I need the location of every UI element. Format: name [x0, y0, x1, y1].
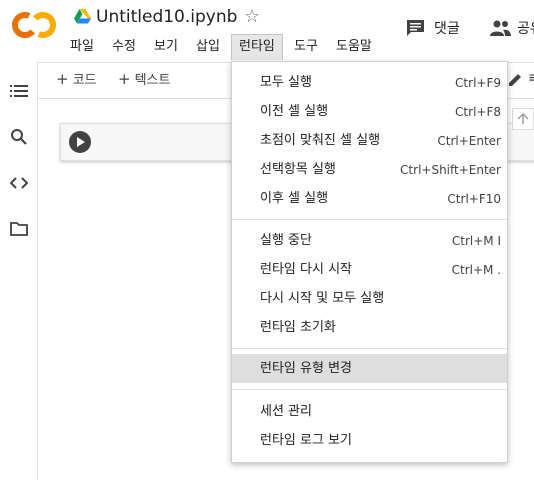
- google-drive-icon[interactable]: [74, 9, 91, 24]
- share-people-icon[interactable]: [489, 19, 511, 37]
- menu-divider: [232, 389, 507, 390]
- menu-item-restart-and-run-all[interactable]: 다시 시작 및 모두 실행: [232, 284, 507, 313]
- plus-icon: +: [118, 70, 131, 88]
- menu-item-run-selection[interactable]: 선택항목 실행 Ctrl+Shift+Enter: [232, 155, 507, 184]
- menu-runtime[interactable]: 런타임: [231, 34, 283, 60]
- runtime-menu-dropdown: 모두 실행 Ctrl+F9 이전 셀 실행 Ctrl+F8 초점이 맞춰진 셀 …: [231, 61, 508, 463]
- menu-item-shortcut: Ctrl+F10: [447, 192, 501, 206]
- add-code-button[interactable]: + 코드: [56, 68, 97, 90]
- menu-item-change-runtime-type[interactable]: 런타임 유형 변경: [232, 354, 507, 383]
- add-code-label: 코드: [72, 73, 97, 88]
- pencil-icon[interactable]: [507, 72, 523, 88]
- menu-item-label: 초점이 맞춰진 셀 실행: [260, 133, 381, 148]
- menu-item-shortcut: Ctrl+F9: [455, 76, 501, 90]
- menu-item-interrupt[interactable]: 실행 중단 Ctrl+M I: [232, 226, 507, 255]
- menu-help[interactable]: 도움말: [336, 34, 372, 60]
- menu-item-label: 실행 중단: [260, 233, 312, 248]
- comment-icon[interactable]: [406, 19, 425, 37]
- menu-item-label: 이후 셀 실행: [260, 191, 329, 206]
- add-text-label: 텍스트: [134, 73, 171, 88]
- menu-tools[interactable]: 도구: [294, 34, 318, 60]
- more-options-icon[interactable]: ≡: [528, 70, 534, 86]
- code-snippets-icon[interactable]: [10, 174, 28, 192]
- menu-item-label: 런타임 다시 시작: [260, 262, 352, 277]
- menu-item-manage-sessions[interactable]: 세션 관리: [232, 397, 507, 426]
- menu-view[interactable]: 보기: [154, 34, 178, 60]
- header: Untitled10.ipynb ☆ 댓글 공유 파일 수정 보기 삽입 런타임…: [0, 0, 534, 62]
- notebook-title[interactable]: Untitled10.ipynb: [96, 6, 237, 28]
- menu-item-label: 다시 시작 및 모두 실행: [260, 291, 385, 306]
- menu-item-run-all[interactable]: 모두 실행 Ctrl+F9: [232, 68, 507, 97]
- menu-item-shortcut: Ctrl+M .: [451, 263, 501, 277]
- menu-item-run-focused-cell[interactable]: 초점이 맞춰진 셀 실행 Ctrl+Enter: [232, 126, 507, 155]
- search-icon[interactable]: [10, 128, 28, 146]
- menu-item-restart-runtime[interactable]: 런타임 다시 시작 Ctrl+M .: [232, 255, 507, 284]
- comment-button-label[interactable]: 댓글: [434, 20, 460, 38]
- move-cell-up-icon[interactable]: [512, 108, 534, 130]
- menu-item-label: 런타임 로그 보기: [260, 433, 352, 448]
- menu-edit[interactable]: 수정: [112, 34, 136, 60]
- menu-item-run-before[interactable]: 이전 셀 실행 Ctrl+F8: [232, 97, 507, 126]
- menu-item-factory-reset[interactable]: 런타임 초기화: [232, 313, 507, 342]
- menu-item-label: 세션 관리: [260, 404, 312, 419]
- menu-item-shortcut: Ctrl+Enter: [437, 134, 501, 148]
- menu-item-shortcut: Ctrl+F8: [455, 105, 501, 119]
- play-icon[interactable]: [69, 131, 91, 153]
- plus-icon: +: [56, 70, 69, 88]
- menu-item-label: 선택항목 실행: [260, 162, 336, 177]
- left-sidebar: [0, 62, 38, 480]
- menu-item-shortcut: Ctrl+M I: [451, 234, 501, 248]
- menu-item-label: 모두 실행: [260, 75, 312, 90]
- star-icon[interactable]: ☆: [244, 7, 260, 27]
- toc-icon[interactable]: [10, 82, 28, 100]
- menu-item-label: 런타임 초기화: [260, 320, 336, 335]
- share-button-label[interactable]: 공유: [517, 20, 534, 38]
- menu-divider: [232, 348, 507, 349]
- menu-item-label: 런타임 유형 변경: [260, 361, 352, 376]
- menu-item-run-after[interactable]: 이후 셀 실행 Ctrl+F10: [232, 184, 507, 213]
- menu-item-view-runtime-logs[interactable]: 런타임 로그 보기: [232, 426, 507, 455]
- menu-divider: [232, 219, 507, 220]
- menu-file[interactable]: 파일: [70, 34, 94, 60]
- menu-item-shortcut: Ctrl+Shift+Enter: [400, 163, 501, 177]
- folder-icon[interactable]: [10, 220, 28, 238]
- add-text-button[interactable]: + 텍스트: [118, 68, 170, 90]
- colab-logo[interactable]: [12, 10, 56, 40]
- menu-item-label: 이전 셀 실행: [260, 104, 329, 119]
- menu-insert[interactable]: 삽입: [196, 34, 220, 60]
